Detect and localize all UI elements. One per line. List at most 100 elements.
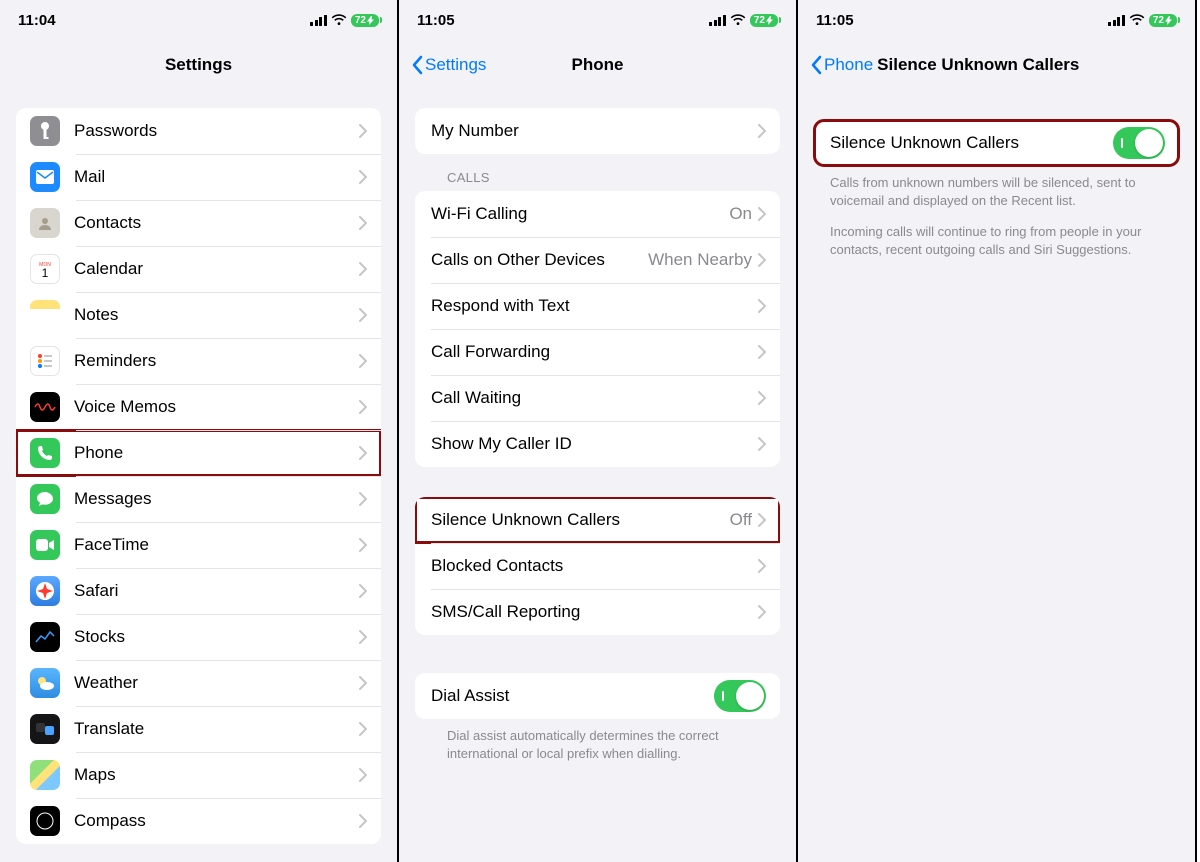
row-detail: When Nearby — [648, 250, 752, 270]
my-number-group: My Number — [415, 108, 780, 154]
settings-row-contacts[interactable]: Contacts — [16, 200, 381, 246]
silence-unknown-callers-toggle[interactable] — [1113, 127, 1165, 159]
nav-header: Settings — [0, 40, 397, 90]
row-label: Compass — [74, 811, 359, 831]
settings-row-voice-memos[interactable]: Voice Memos — [16, 384, 381, 430]
row-label: Mail — [74, 167, 359, 187]
row-blocked-contacts[interactable]: Blocked Contacts — [415, 543, 780, 589]
calls-group: Wi-Fi Calling On Calls on Other Devices … — [415, 191, 780, 467]
reminders-icon — [30, 346, 60, 376]
safari-icon — [30, 576, 60, 606]
settings-row-safari[interactable]: Safari — [16, 568, 381, 614]
row-label: Silence Unknown Callers — [415, 510, 730, 530]
row-label: Translate — [74, 719, 359, 739]
settings-row-compass[interactable]: Compass — [16, 798, 381, 844]
row-call-waiting[interactable]: Call Waiting — [415, 375, 780, 421]
chevron-right-icon — [758, 559, 766, 573]
mail-icon — [30, 162, 60, 192]
page-title: Settings — [0, 55, 397, 75]
silence-unknown-callers-screen: 11:05 72 Phone Silence Unknown Callers S… — [798, 0, 1197, 862]
settings-row-translate[interactable]: Translate — [16, 706, 381, 752]
settings-row-passwords[interactable]: Passwords — [16, 108, 381, 154]
chevron-right-icon — [359, 262, 367, 276]
row-detail: Off — [730, 510, 752, 530]
chevron-right-icon — [758, 253, 766, 267]
chevron-right-icon — [359, 216, 367, 230]
settings-row-stocks[interactable]: Stocks — [16, 614, 381, 660]
chevron-right-icon — [359, 170, 367, 184]
chevron-right-icon — [359, 492, 367, 506]
contacts-icon — [30, 208, 60, 238]
svg-text:1: 1 — [42, 266, 49, 280]
battery-icon: 72 — [351, 14, 379, 27]
row-label: Show My Caller ID — [415, 434, 758, 454]
status-time: 11:05 — [816, 12, 854, 29]
row-silence-unknown-callers[interactable]: Silence Unknown Callers Off — [415, 497, 780, 543]
chevron-right-icon — [758, 391, 766, 405]
row-calls-other-devices[interactable]: Calls on Other Devices When Nearby — [415, 237, 780, 283]
calls-group-header: CALLS — [415, 154, 780, 191]
chevron-right-icon — [359, 630, 367, 644]
dial-assist-group: Dial Assist — [415, 673, 780, 719]
wifi-icon — [331, 14, 347, 26]
cellular-signal-icon — [1108, 15, 1125, 26]
weather-icon — [30, 668, 60, 698]
passwords-icon — [30, 116, 60, 146]
settings-row-reminders[interactable]: Reminders — [16, 338, 381, 384]
row-label: Call Waiting — [415, 388, 758, 408]
chevron-right-icon — [359, 308, 367, 322]
row-call-forwarding[interactable]: Call Forwarding — [415, 329, 780, 375]
status-bar: 11:05 72 — [399, 0, 796, 40]
row-dial-assist[interactable]: Dial Assist — [415, 673, 780, 719]
back-button[interactable]: Settings — [411, 55, 486, 75]
row-respond-with-text[interactable]: Respond with Text — [415, 283, 780, 329]
facetime-icon — [30, 530, 60, 560]
row-label: Voice Memos — [74, 397, 359, 417]
settings-row-notes[interactable]: Notes — [16, 292, 381, 338]
battery-icon: 72 — [750, 14, 778, 27]
compass-icon — [30, 806, 60, 836]
stocks-icon — [30, 622, 60, 652]
settings-row-weather[interactable]: Weather — [16, 660, 381, 706]
row-label: Notes — [74, 305, 359, 325]
row-wifi-calling[interactable]: Wi-Fi Calling On — [415, 191, 780, 237]
wifi-icon — [1129, 14, 1145, 26]
status-time: 11:04 — [18, 12, 56, 29]
chevron-right-icon — [359, 814, 367, 828]
cellular-signal-icon — [709, 15, 726, 26]
settings-row-phone[interactable]: Phone — [16, 430, 381, 476]
row-label: Passwords — [74, 121, 359, 141]
row-my-number[interactable]: My Number — [415, 108, 780, 154]
back-button[interactable]: Phone — [810, 55, 873, 75]
settings-row-mail[interactable]: Mail — [16, 154, 381, 200]
chevron-right-icon — [758, 513, 766, 527]
notes-icon — [30, 300, 60, 330]
chevron-right-icon — [359, 768, 367, 782]
chevron-right-icon — [758, 437, 766, 451]
row-label: Calendar — [74, 259, 359, 279]
dial-assist-toggle[interactable] — [714, 680, 766, 712]
row-show-caller-id[interactable]: Show My Caller ID — [415, 421, 780, 467]
chevron-right-icon — [758, 124, 766, 138]
silence-blocked-group: Silence Unknown Callers Off Blocked Cont… — [415, 497, 780, 635]
calendar-icon: MON1 — [30, 254, 60, 284]
settings-row-facetime[interactable]: FaceTime — [16, 522, 381, 568]
chevron-right-icon — [359, 124, 367, 138]
row-label: Messages — [74, 489, 359, 509]
row-label: My Number — [415, 121, 758, 141]
row-label: Blocked Contacts — [415, 556, 758, 576]
row-label: Silence Unknown Callers — [814, 133, 1113, 153]
settings-row-maps[interactable]: Maps — [16, 752, 381, 798]
maps-icon — [30, 760, 60, 790]
settings-row-calendar[interactable]: MON1 Calendar — [16, 246, 381, 292]
row-silence-unknown-callers-toggle[interactable]: Silence Unknown Callers — [814, 120, 1179, 166]
chevron-right-icon — [359, 446, 367, 460]
row-label: Calls on Other Devices — [415, 250, 648, 270]
chevron-right-icon — [359, 354, 367, 368]
row-label: Call Forwarding — [415, 342, 758, 362]
status-bar: 11:05 72 — [798, 0, 1195, 40]
row-sms-call-reporting[interactable]: SMS/Call Reporting — [415, 589, 780, 635]
row-label: Dial Assist — [415, 686, 714, 706]
settings-row-messages[interactable]: Messages — [16, 476, 381, 522]
chevron-right-icon — [359, 722, 367, 736]
